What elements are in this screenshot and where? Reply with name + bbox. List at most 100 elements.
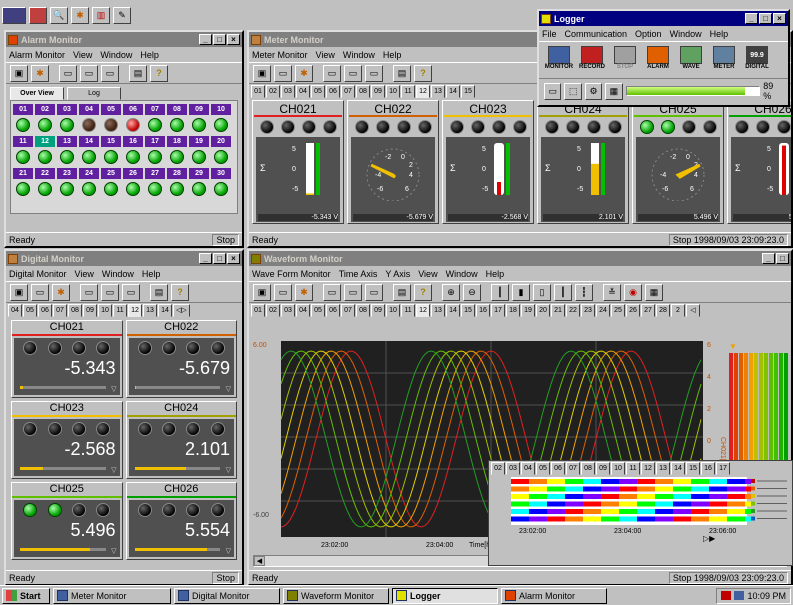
channel-tab[interactable]: 23: [581, 304, 595, 317]
menu-file[interactable]: File: [542, 29, 557, 39]
channel-tab[interactable]: 08: [356, 304, 370, 317]
channel-tab[interactable]: 07: [341, 304, 355, 317]
channel-tab[interactable]: 05: [23, 304, 37, 317]
channel-tab[interactable]: 13: [431, 85, 445, 98]
help-icon[interactable]: ?: [414, 283, 432, 301]
menu-view[interactable]: View: [75, 269, 94, 279]
alarm-channel-label[interactable]: 06: [123, 104, 143, 115]
channel-tab[interactable]: 11: [401, 85, 415, 98]
channel-tab[interactable]: 04: [296, 304, 310, 317]
print-icon[interactable]: ▤: [150, 283, 168, 301]
bars3-icon[interactable]: ┃: [554, 283, 572, 301]
alarm-channel-label[interactable]: 24: [79, 168, 99, 179]
channel-tab[interactable]: 14: [158, 304, 172, 317]
monitor-icon[interactable]: ▣: [10, 283, 28, 301]
dropdown-arrow-icon[interactable]: ▽: [111, 547, 116, 555]
view1-icon[interactable]: ▭: [323, 64, 341, 82]
view2-icon[interactable]: ▭: [80, 64, 98, 82]
channel-tab[interactable]: 04: [521, 462, 535, 475]
star-icon[interactable]: ✱: [71, 6, 89, 24]
print-icon[interactable]: ▤: [393, 64, 411, 82]
meter-button[interactable]: METER: [709, 46, 739, 78]
help-icon[interactable]: ?: [414, 64, 432, 82]
help-icon[interactable]: ?: [150, 64, 168, 82]
channel-tab[interactable]: 09: [371, 304, 385, 317]
minimize-button[interactable]: _: [745, 13, 758, 24]
channel-tab[interactable]: 06: [326, 85, 340, 98]
folder-icon[interactable]: ▭: [544, 82, 562, 100]
dropdown-arrow-icon[interactable]: ▽: [111, 385, 116, 393]
bars4-icon[interactable]: ┇: [575, 283, 593, 301]
menu-wave-form-monitor[interactable]: Wave Form Monitor: [252, 269, 331, 279]
view1-icon[interactable]: ▭: [323, 283, 341, 301]
alarm-channel-label[interactable]: 08: [167, 104, 187, 115]
menu-time-axis[interactable]: Time Axis: [339, 269, 378, 279]
menu-window[interactable]: Window: [670, 29, 702, 39]
print-icon[interactable]: ▤: [129, 64, 147, 82]
task-alarm-monitor[interactable]: Alarm Monitor: [501, 587, 607, 604]
menu-view[interactable]: View: [316, 50, 335, 60]
view1-icon[interactable]: ▭: [80, 283, 98, 301]
channel-tab[interactable]: 10: [98, 304, 112, 317]
channel-tab[interactable]: 07: [341, 85, 355, 98]
channel-tab[interactable]: 11: [113, 304, 127, 317]
task-digital-monitor[interactable]: Digital Monitor: [174, 587, 280, 604]
channel-tab[interactable]: 26: [626, 304, 640, 317]
star-icon[interactable]: ✱: [31, 64, 49, 82]
minimize-button[interactable]: _: [199, 253, 212, 264]
grid-icon[interactable]: ▦: [645, 283, 663, 301]
menu-help[interactable]: Help: [486, 269, 505, 279]
monitor-icon[interactable]: ▣: [10, 64, 28, 82]
menu-communication[interactable]: Communication: [565, 29, 628, 39]
channel-tab[interactable]: 21: [551, 304, 565, 317]
menu-help[interactable]: Help: [140, 50, 159, 60]
channel-tab[interactable]: 08: [581, 462, 595, 475]
channel-tab[interactable]: 13: [656, 462, 670, 475]
channel-tab[interactable]: 11: [401, 304, 415, 317]
calc-icon[interactable]: ▦: [605, 82, 623, 100]
start-button[interactable]: Start: [2, 587, 50, 604]
channel-tab[interactable]: 05: [536, 462, 550, 475]
view3-icon[interactable]: ▭: [365, 283, 383, 301]
alarm-channel-label[interactable]: 22: [35, 168, 55, 179]
channel-tab[interactable]: 12: [641, 462, 655, 475]
alarm-channel-label[interactable]: 27: [145, 168, 165, 179]
record-button[interactable]: RECORD: [577, 46, 607, 78]
channel-tab[interactable]: 06: [38, 304, 52, 317]
channel-tab[interactable]: 08: [356, 85, 370, 98]
zoom-in-icon[interactable]: ⊕: [442, 283, 460, 301]
alarm-channel-label[interactable]: 03: [57, 104, 77, 115]
channel-tab[interactable]: 15: [461, 304, 475, 317]
alarm-channel-label[interactable]: 04: [79, 104, 99, 115]
dropdown-arrow-icon[interactable]: ▽: [226, 547, 231, 555]
view3-icon[interactable]: ▭: [101, 64, 119, 82]
monitor-button[interactable]: MONITOR: [544, 46, 574, 78]
scroll-left-icon[interactable]: ◀: [254, 556, 265, 566]
channel-tab[interactable]: 10: [386, 304, 400, 317]
channel-tab[interactable]: 07: [566, 462, 580, 475]
channel-tab[interactable]: 28: [656, 304, 670, 317]
alarm-channel-label[interactable]: 28: [167, 168, 187, 179]
gear-icon[interactable]: ⚙: [584, 82, 603, 100]
dropdown-arrow-icon[interactable]: ▽: [226, 385, 231, 393]
channel-tab[interactable]: 11: [626, 462, 640, 475]
channel-tab[interactable]: 07: [53, 304, 67, 317]
alarm-channel-label[interactable]: 12: [35, 136, 55, 147]
menu-digital-monitor[interactable]: Digital Monitor: [9, 269, 67, 279]
channel-tab[interactable]: 20: [536, 304, 550, 317]
monitor-icon[interactable]: ▣: [253, 283, 271, 301]
menu-window[interactable]: Window: [100, 50, 132, 60]
monitor-icon[interactable]: ▣: [253, 64, 271, 82]
view2-icon[interactable]: ▭: [344, 64, 362, 82]
minimize-button[interactable]: _: [199, 34, 212, 45]
channel-tab[interactable]: 09: [371, 85, 385, 98]
alarm-channel-label[interactable]: 05: [101, 104, 121, 115]
print-icon[interactable]: ▤: [393, 283, 411, 301]
help-icon[interactable]: ?: [171, 283, 189, 301]
channel-tab[interactable]: 25: [611, 304, 625, 317]
alarm-channel-label[interactable]: 15: [101, 136, 121, 147]
tab-scroll-icon[interactable]: ◁▷: [173, 304, 190, 317]
alarm-channel-label[interactable]: 01: [13, 104, 33, 115]
tab-scroll-icon[interactable]: ◁: [686, 304, 700, 317]
channel-tab[interactable]: 12: [128, 304, 142, 317]
